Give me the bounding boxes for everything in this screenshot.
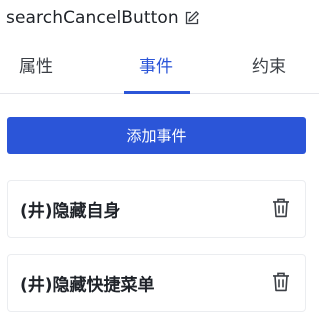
component-header: searchCancelButton [6, 6, 200, 30]
event-item[interactable]: (井)隐藏快捷菜单 [7, 254, 306, 312]
active-tab-indicator [124, 91, 190, 94]
event-item[interactable]: (井)隐藏自身 [7, 180, 306, 238]
tab-properties[interactable]: 属性 [19, 52, 53, 77]
edit-icon[interactable] [184, 10, 200, 26]
tab-events[interactable]: 事件 [139, 52, 173, 77]
add-event-button[interactable]: 添加事件 [7, 117, 306, 154]
trash-icon[interactable] [271, 197, 291, 219]
trash-icon[interactable] [271, 271, 291, 293]
event-label: (井)隐藏自身 [20, 201, 121, 222]
component-name: searchCancelButton [6, 8, 179, 28]
tab-constraints[interactable]: 约束 [252, 52, 286, 77]
panel-tabs: 属性 事件 约束 [0, 46, 319, 94]
event-label: (井)隐藏快捷菜单 [20, 275, 155, 296]
